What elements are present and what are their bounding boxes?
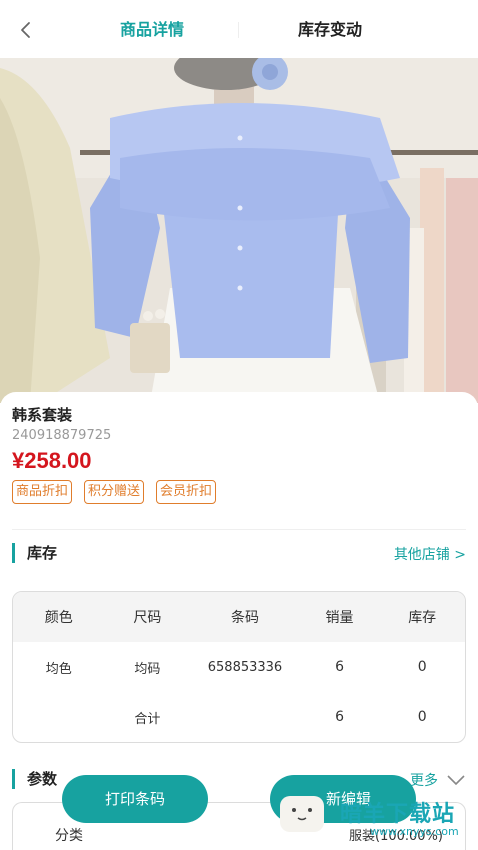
category-label: 分类 — [55, 828, 83, 844]
table-total-row: 合计 6 0 — [13, 692, 465, 742]
section-marker — [12, 542, 15, 563]
tag-member-discount[interactable]: 会员折扣 — [156, 480, 217, 504]
col-stock: 库存 — [408, 610, 437, 626]
cell-size: 均码 — [134, 661, 161, 677]
tag-points-gift[interactable]: 积分赠送 — [84, 480, 145, 504]
col-size: 尺码 — [133, 610, 162, 626]
watermark-text: 暗羊下载站 — [340, 802, 456, 827]
watermark-url: www.xnyys.com — [370, 825, 459, 838]
watermark: 暗羊下载站 www.xnyys.com — [340, 796, 459, 838]
section-marker — [12, 768, 15, 789]
tab-divider — [238, 22, 239, 38]
table-row: 均色 均码 658853336 6 0 — [13, 642, 465, 692]
product-name: 韩系套装 — [12, 406, 73, 424]
cell-stock: 0 — [417, 659, 427, 675]
total-stock: 0 — [417, 709, 427, 725]
col-sales: 销量 — [325, 610, 354, 626]
mascot-icon — [280, 796, 324, 832]
col-color: 颜色 — [44, 610, 73, 626]
col-barcode: 条码 — [230, 610, 259, 626]
cell-sales: 6 — [335, 659, 345, 675]
stock-table: 颜色 尺码 条码 销量 库存 均色 均码 658853336 6 0 合计 6 … — [12, 591, 466, 743]
chevron-down-icon — [447, 775, 465, 786]
stock-title: 库存 — [27, 544, 58, 562]
total-sales: 6 — [335, 709, 345, 725]
tab-stock-change[interactable]: 库存变动 — [298, 19, 362, 41]
total-label: 合计 — [134, 711, 161, 727]
product-price: ¥258.00 — [12, 448, 92, 473]
table-header: 颜色 尺码 条码 销量 库存 — [13, 592, 465, 642]
params-title: 参数 — [27, 770, 58, 788]
more-params-label: 更多 — [410, 773, 438, 789]
more-params-link[interactable]: 更多 — [410, 770, 466, 790]
tab-product-detail[interactable]: 商品详情 — [120, 19, 184, 41]
print-barcode-button[interactable]: 打印条码 — [62, 775, 208, 823]
divider — [12, 529, 466, 530]
product-photo — [0, 58, 478, 403]
cell-barcode: 658853336 — [207, 659, 283, 675]
top-bar: 商品详情 库存变动 — [0, 0, 478, 58]
params-section-title: 参数 — [12, 768, 57, 789]
back-icon[interactable] — [12, 16, 40, 44]
product-code: 240918879725 — [12, 428, 112, 443]
stock-section-title: 库存 — [12, 542, 57, 563]
cell-color: 均色 — [45, 661, 72, 677]
tag-product-discount[interactable]: 商品折扣 — [12, 480, 73, 504]
promo-tags: 商品折扣 积分赠送 会员折扣 — [12, 480, 217, 504]
other-stores-link[interactable]: 其他店铺 > — [394, 544, 466, 564]
product-detail-page: 商品详情 库存变动 韩系套装 240918879725 ¥258.00 商品折扣… — [0, 0, 478, 850]
